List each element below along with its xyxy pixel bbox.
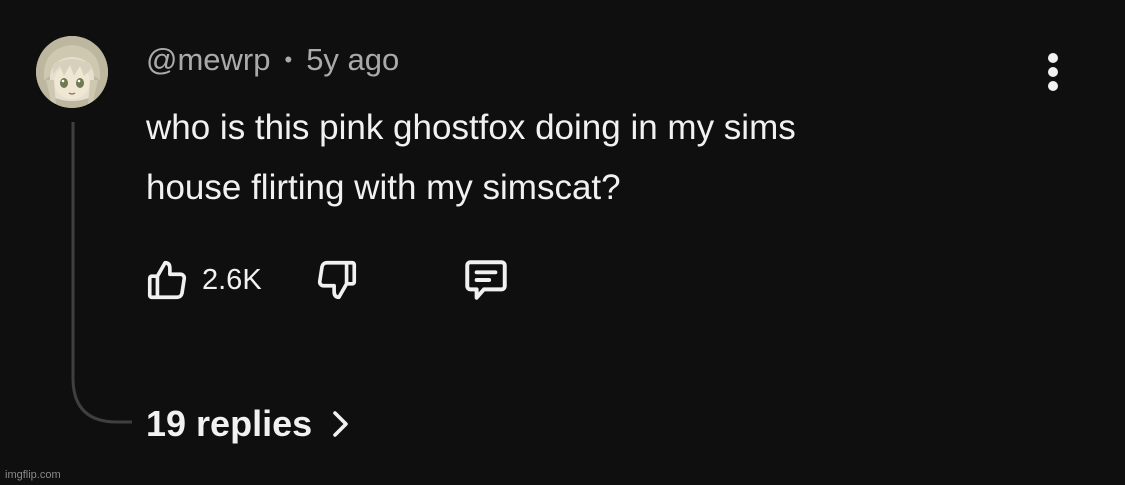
chevron-right-icon [333, 411, 348, 437]
dislike-button[interactable] [314, 252, 360, 308]
avatar[interactable] [36, 36, 108, 108]
comment-text-line: house flirting with my simscat? [146, 168, 621, 207]
more-vertical-icon [1048, 53, 1058, 91]
replies-count-label: 19 replies [146, 403, 313, 444]
more-options-button[interactable] [1036, 50, 1070, 94]
view-replies-link[interactable]: 19 replies [146, 398, 356, 450]
thumbs-up-icon [147, 260, 187, 300]
thumbs-down-icon [317, 260, 357, 300]
header-separator: • [284, 47, 293, 72]
like-button[interactable]: 2.6K [144, 252, 262, 308]
watermark: imgflip.com [5, 469, 61, 481]
comment-card: @mewrp • 5y ago who is this pink ghostfo… [0, 0, 1125, 485]
reply-button[interactable] [458, 252, 514, 308]
comment-header: @mewrp • 5y ago [146, 40, 399, 80]
comment-age: 5y ago [306, 42, 400, 77]
comment-bubble-icon [465, 260, 507, 300]
avatar-image [36, 36, 108, 108]
comment-text-line: who is this pink ghostfox doing in my si… [146, 108, 796, 147]
like-count: 2.6K [202, 263, 262, 296]
author-handle[interactable]: @mewrp [146, 42, 270, 78]
comment-text: who is this pink ghostfox doing in my si… [146, 98, 1026, 218]
